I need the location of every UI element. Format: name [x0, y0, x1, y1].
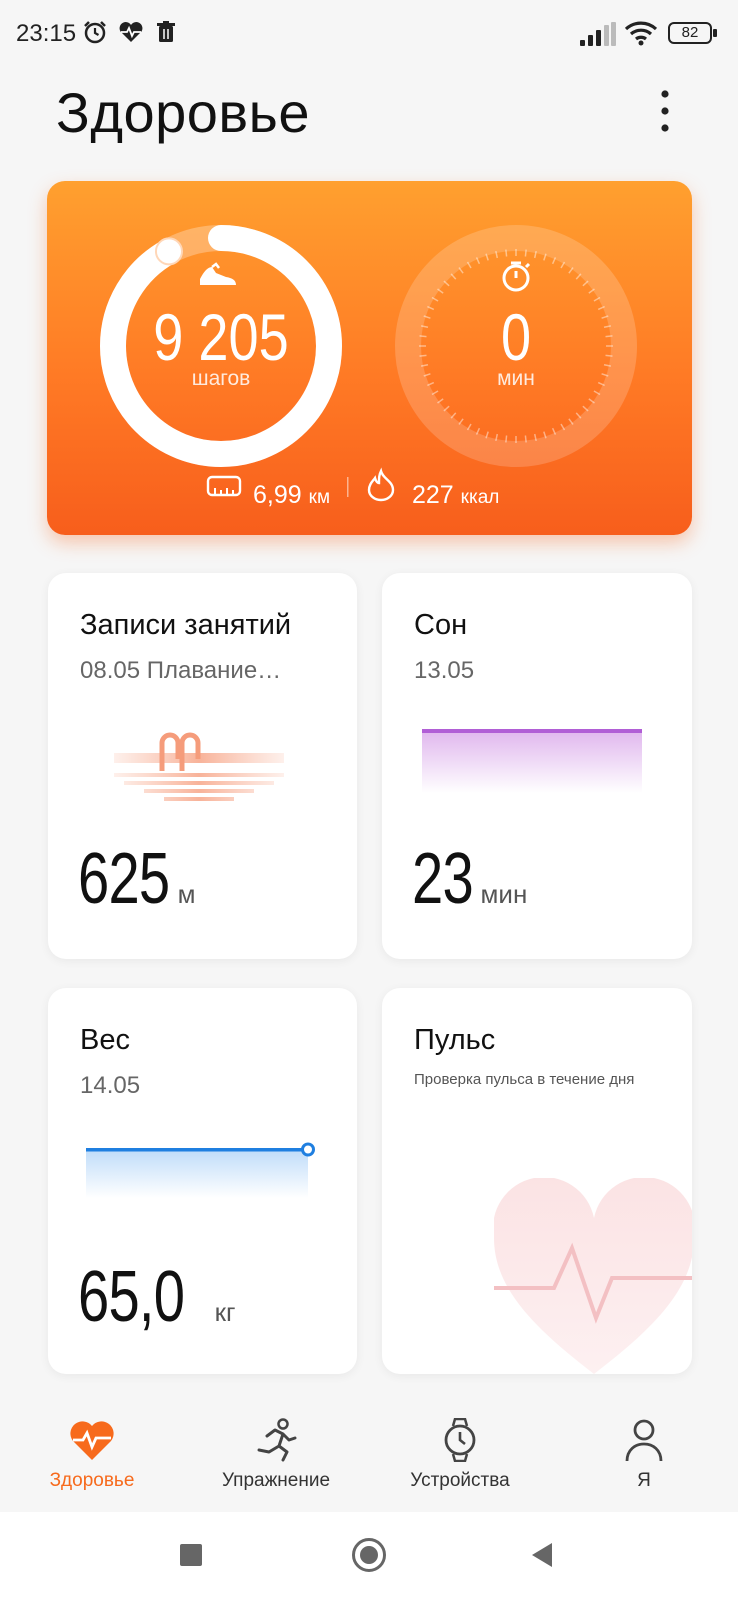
- flame-icon: [367, 467, 395, 502]
- active-minutes-value: 0: [500, 300, 532, 374]
- trash-icon: [157, 21, 175, 42]
- running-icon: [257, 1418, 297, 1462]
- active-ring-tick: [505, 249, 508, 257]
- signal-icon: [580, 22, 616, 46]
- active-ring-tick: [605, 354, 613, 357]
- calories-unit: ккал: [460, 487, 500, 508]
- pulse-title: Пульс: [414, 1024, 496, 1056]
- nav-label-me: Я: [637, 1470, 651, 1491]
- stopwatch-icon: [502, 261, 531, 292]
- weight-title: Вес: [80, 1024, 130, 1056]
- sleep-card[interactable]: Сон 13.05 23 мин: [382, 573, 692, 959]
- recent-apps-button[interactable]: [180, 1544, 202, 1566]
- active-ring-tick: [450, 273, 457, 280]
- page-title: Здоровье: [56, 81, 311, 144]
- workouts-metric: 625 м: [78, 838, 195, 920]
- watch-icon: [444, 1418, 476, 1462]
- workouts-value: 625: [78, 839, 170, 919]
- back-button[interactable]: [530, 1542, 554, 1568]
- activity-summary-card[interactable]: 9 205 шагов 0 мин 6,99 км 227 ккал: [47, 181, 692, 535]
- active-ring-tick: [443, 280, 450, 287]
- nav-label-devices: Устройства: [410, 1470, 510, 1491]
- weight-metric: 65,0 кг: [78, 1256, 235, 1338]
- nav-label-exercise: Упражнение: [221, 1470, 331, 1491]
- pulse-card[interactable]: Пульс Проверка пульса в течение дня: [382, 988, 692, 1374]
- nav-item-me[interactable]: Я: [552, 1400, 736, 1512]
- stats-divider: [347, 477, 349, 497]
- system-nav-bar: [0, 1512, 738, 1599]
- heart-health-icon: [70, 1421, 114, 1460]
- sleep-unit: мин: [480, 879, 528, 909]
- workouts-card[interactable]: Записи занятий 08.05 Плавание… 625 м: [48, 573, 357, 959]
- battery-icon: 82: [668, 22, 717, 44]
- active-ring-tick: [575, 412, 582, 419]
- active-ring-tick: [419, 335, 427, 338]
- active-ring-tick: [450, 412, 457, 419]
- sleep-metric: 23 мин: [412, 838, 527, 920]
- ruler-icon: [206, 475, 242, 497]
- steps-ring-knob: [154, 237, 183, 266]
- active-ring-tick: [443, 405, 450, 412]
- more-vertical-icon[interactable]: [650, 86, 680, 136]
- distance-value: 6,99: [253, 481, 302, 509]
- status-bar: 23:15 82: [0, 0, 738, 68]
- person-icon: [625, 1419, 663, 1462]
- bottom-nav: Здоровье Упражнение Устройства Я: [0, 1400, 738, 1512]
- active-ring-tick: [505, 435, 508, 443]
- sleep-chart: [422, 729, 642, 793]
- weight-unit: кг: [214, 1297, 236, 1327]
- active-ring-tick: [605, 335, 613, 338]
- nav-item-exercise[interactable]: Упражнение: [184, 1400, 368, 1512]
- heart-illustration-icon: [494, 1178, 692, 1374]
- sleep-title: Сон: [414, 609, 468, 641]
- weight-card[interactable]: Вес 14.05 65,0 кг: [48, 988, 357, 1374]
- pulse-description: Проверка пульса в течение дня: [414, 1071, 635, 1088]
- weight-chart: [86, 1142, 315, 1198]
- heart-pulse-icon: [119, 22, 143, 42]
- wifi-icon: [624, 21, 658, 46]
- nav-item-devices[interactable]: Устройства: [368, 1400, 552, 1512]
- home-button[interactable]: [352, 1538, 386, 1572]
- distance-unit: км: [308, 487, 330, 508]
- active-ring-tick: [524, 435, 527, 443]
- calories-value: 227: [412, 481, 454, 509]
- distance-stat: 6,99 км: [253, 481, 330, 510]
- nav-item-health[interactable]: Здоровье: [0, 1400, 184, 1512]
- swimming-pool-icon: [114, 732, 284, 801]
- alarm-icon: [84, 21, 106, 44]
- active-ring-tick: [582, 405, 589, 412]
- sleep-subtitle: 13.05: [414, 657, 475, 684]
- weight-value: 65,0: [78, 1257, 185, 1337]
- active-ring-tick: [524, 249, 527, 257]
- status-time: 23:15: [16, 20, 77, 47]
- workouts-unit: м: [177, 879, 196, 909]
- active-ring-tick: [575, 273, 582, 280]
- active-ring-tick: [419, 354, 427, 357]
- steps-value: 9 205: [153, 300, 289, 374]
- workouts-title: Записи занятий: [80, 609, 292, 641]
- workouts-subtitle: 08.05 Плавание…: [80, 657, 282, 684]
- calories-stat: 227 ккал: [412, 481, 499, 510]
- nav-label-health: Здоровье: [49, 1470, 135, 1491]
- shoe-icon: [200, 262, 236, 285]
- weight-subtitle: 14.05: [80, 1072, 141, 1099]
- sleep-value: 23: [412, 839, 474, 919]
- active-ring-tick: [582, 280, 589, 287]
- steps-unit: шагов: [191, 367, 251, 390]
- active-minutes-unit: мин: [497, 367, 535, 390]
